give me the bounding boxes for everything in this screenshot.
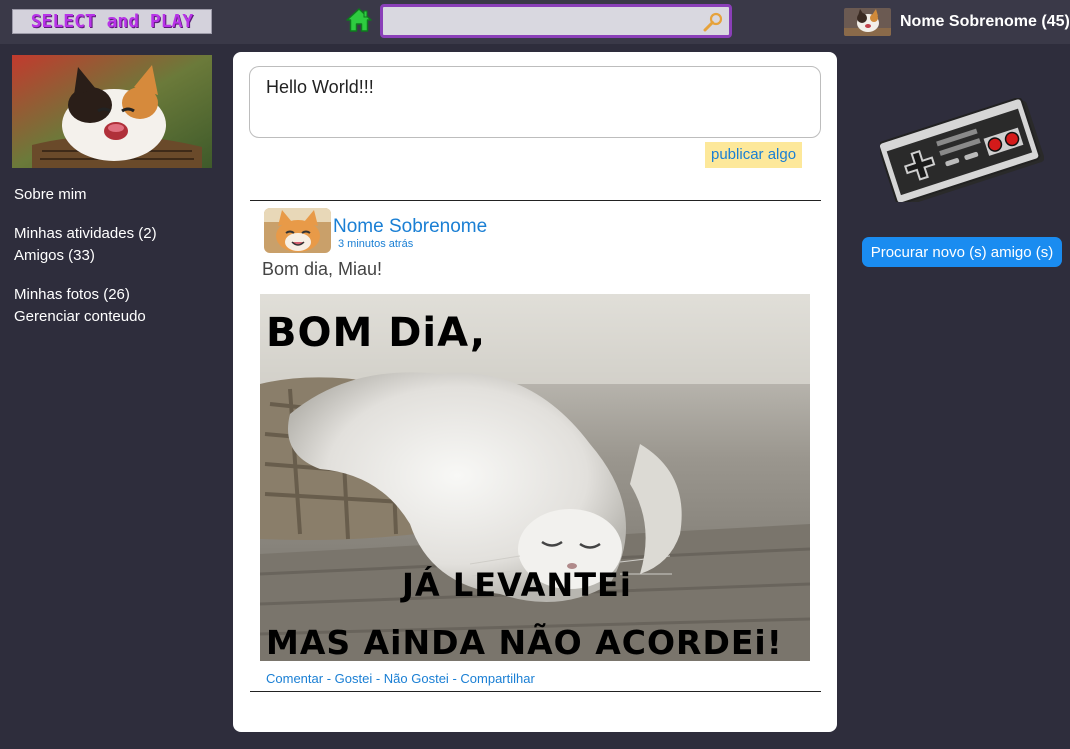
user-menu[interactable]: Nome Sobrenome (45) [844,8,1070,36]
divider [250,200,821,201]
sidebar-item-activities[interactable]: Minhas atividades (2) [14,225,157,242]
profile-picture[interactable] [12,55,212,168]
sidebar-item-friends[interactable]: Amigos (33) [14,247,95,264]
site-logo-text: SELECT and PLAY [30,11,194,32]
search-icon[interactable] [703,12,723,32]
sidebar-item-manage-content[interactable]: Gerenciar conteudo [14,308,146,325]
action-separator: - [448,671,461,686]
find-friends-button[interactable]: Procurar novo (s) amigo (s) [862,237,1062,267]
image-caption-middle: JÁ LEVANTEi [400,566,632,604]
dislike-link[interactable]: Não Gostei [384,671,449,686]
nes-controller-icon [880,98,1044,202]
divider [250,691,821,692]
post-actions: Comentar - Gostei - Não Gostei - Compart… [266,671,535,686]
comment-link[interactable]: Comentar [266,671,323,686]
post-author-name[interactable]: Nome Sobrenome [333,216,487,238]
image-caption-bottom: MAS AiNDA NÃO ACORDEi! [266,622,783,661]
post-timestamp: 3 minutos atrás [338,238,414,250]
sidebar-item-about[interactable]: Sobre mim [14,186,87,203]
image-caption-top: BOM DiA, [266,310,486,356]
share-link[interactable]: Compartilhar [460,671,534,686]
home-icon[interactable] [345,7,373,33]
post-author-avatar[interactable] [264,208,331,253]
search-box [380,4,732,38]
search-input[interactable] [383,7,729,35]
action-separator: - [323,671,335,686]
post-composer[interactable]: Hello World!!! [249,66,821,138]
feed-panel: Hello World!!! publicar algo Nome Sobren… [233,52,837,732]
user-avatar [844,8,891,36]
site-logo[interactable]: SELECT and PLAY [12,9,212,34]
publish-button[interactable]: publicar algo [705,142,803,168]
top-bar: SELECT and PLAY Nome Sobrenome (45) [0,0,1070,44]
like-link[interactable]: Gostei [335,671,373,686]
sidebar-item-photos[interactable]: Minhas fotos (26) [14,286,130,303]
post-text: Bom dia, Miau! [262,259,383,279]
action-separator: - [372,671,384,686]
user-name: Nome Sobrenome (45) [900,13,1070,30]
post-image[interactable]: BOM DiA, JÁ LEVANTEi MAS AiNDA NÃO ACORD… [260,294,810,661]
